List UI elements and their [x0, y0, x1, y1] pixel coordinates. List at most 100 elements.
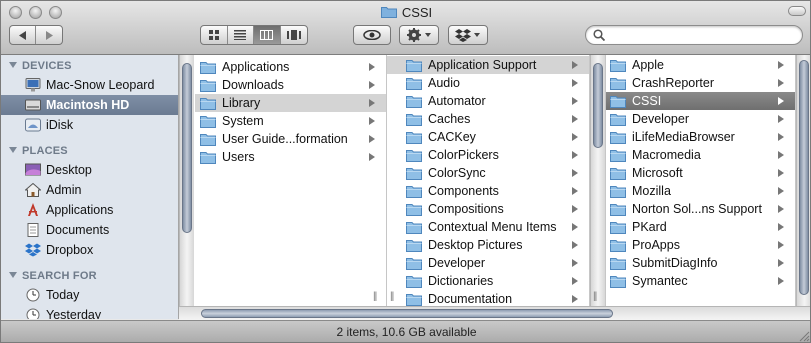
browser-column-2: || Application Support Audio Automator Cach… [387, 55, 590, 306]
toolbar-toggle-button[interactable] [788, 6, 806, 16]
disclosure-arrow-icon [778, 97, 784, 105]
column-resize-handle[interactable]: || [373, 291, 377, 302]
sidebar-item-admin[interactable]: Admin [1, 180, 178, 200]
column-2-item[interactable]: Developer [387, 254, 589, 272]
folder-icon [406, 149, 422, 162]
folder-icon [406, 293, 422, 306]
folder-icon [610, 131, 626, 144]
disclosure-arrow-icon [572, 115, 578, 123]
folder-icon [610, 59, 626, 72]
coverflow-view-button[interactable] [281, 26, 307, 44]
icon-view-button[interactable] [201, 26, 228, 44]
folder-icon [406, 239, 422, 252]
column-resize-handle[interactable]: || [593, 291, 597, 302]
disclosure-arrow-icon [572, 79, 578, 87]
sidebar-item-documents[interactable]: Documents [1, 220, 178, 240]
column-3-item[interactable]: iLifeMediaBrowser [606, 128, 795, 146]
desktop-icon [25, 163, 41, 176]
devices-header[interactable]: DEVICES [9, 60, 72, 72]
sidebar-item-idisk[interactable]: iDisk [1, 115, 178, 135]
folder-icon [200, 79, 216, 92]
list-view-icon [234, 30, 247, 40]
column-1-item[interactable]: Library [195, 94, 386, 112]
column-2-item[interactable]: Documentation [387, 290, 589, 306]
column-1-item[interactable]: Users [195, 148, 386, 166]
column-view-button[interactable] [254, 26, 281, 44]
column-3-item[interactable]: CSSI [606, 92, 795, 110]
column-1-item[interactable]: Downloads [195, 76, 386, 94]
disclosure-arrow-icon [572, 223, 578, 231]
column-2-item[interactable]: Application Support [387, 56, 589, 74]
item-label: ColorSync [428, 166, 486, 180]
disclosure-arrow-icon [778, 115, 784, 123]
column-1-scrollbar[interactable] [179, 55, 194, 306]
dropbox-menu-button[interactable] [448, 25, 488, 45]
action-menu-button[interactable] [399, 25, 439, 45]
column-3-item[interactable]: Apple [606, 56, 795, 74]
sidebar-item-yesterday[interactable]: Yesterday [1, 305, 178, 319]
column-2-item[interactable]: ColorSync [387, 164, 589, 182]
item-label: Downloads [222, 78, 284, 92]
folder-icon [200, 151, 216, 164]
column-2-item[interactable]: Audio [387, 74, 589, 92]
disclosure-arrow-icon [572, 133, 578, 141]
column-3-item[interactable]: Developer [606, 110, 795, 128]
column-3-item[interactable]: ProApps [606, 236, 795, 254]
column-3-item[interactable]: CrashReporter [606, 74, 795, 92]
sidebar-item-applications[interactable]: Applications [1, 200, 178, 220]
sidebar: DEVICES Mac-Snow Leopard Macintosh HD iD… [1, 55, 179, 319]
sidebar-item-today[interactable]: Today [1, 285, 178, 305]
view-mode-control [200, 25, 308, 45]
places-header[interactable]: PLACES [9, 145, 68, 157]
column-2-item[interactable]: Contextual Menu Items [387, 218, 589, 236]
idisk-icon [25, 118, 41, 132]
column-2-item[interactable]: Desktop Pictures [387, 236, 589, 254]
column-2-item[interactable]: CACKey [387, 128, 589, 146]
folder-icon [406, 95, 422, 108]
column-1-item[interactable]: User Guide...formation [195, 130, 386, 148]
scrollbar-thumb[interactable] [182, 63, 192, 233]
column-1-item[interactable]: System [195, 112, 386, 130]
quick-look-button[interactable] [353, 25, 391, 45]
column-2-item[interactable]: ColorPickers [387, 146, 589, 164]
search-field[interactable] [585, 25, 803, 45]
column-2-item[interactable]: Automator [387, 92, 589, 110]
item-label: ProApps [632, 238, 680, 252]
disclosure-arrow-icon [778, 169, 784, 177]
search-for-header[interactable]: SEARCH FOR [9, 270, 97, 282]
column-2-item[interactable]: Components [387, 182, 589, 200]
sidebar-item-dropbox[interactable]: Dropbox [1, 240, 178, 260]
folder-icon [406, 221, 422, 234]
scrollbar-thumb[interactable] [799, 60, 809, 295]
column-2-scrollbar[interactable]: || [590, 55, 606, 306]
item-label: Microsoft [632, 166, 683, 180]
resize-grip-icon[interactable] [798, 330, 810, 342]
folder-icon [200, 97, 216, 110]
list-view-button[interactable] [228, 26, 255, 44]
column-2-item[interactable]: Compositions [387, 200, 589, 218]
sidebar-item-desktop[interactable]: Desktop [1, 160, 178, 180]
column-3-item[interactable]: PKard [606, 218, 795, 236]
column-2-item[interactable]: Caches [387, 110, 589, 128]
horizontal-scrollbar-thumb[interactable] [201, 309, 613, 318]
column-3-item[interactable]: Macromedia [606, 146, 795, 164]
horizontal-scrollbar[interactable] [179, 306, 810, 320]
forward-button[interactable] [36, 26, 62, 44]
sidebar-item-macintosh-hd[interactable]: Macintosh HD [1, 95, 178, 115]
folder-icon [610, 185, 626, 198]
finder-window: CSSI DEVICES Mac-Snow Leopard Macintosh … [0, 0, 811, 343]
column-3-item[interactable]: Norton Sol...ns Support [606, 200, 795, 218]
column-2-item[interactable]: Dictionaries [387, 272, 589, 290]
back-button[interactable] [10, 26, 36, 44]
column-3-item[interactable]: Symantec [606, 272, 795, 290]
column-3-item[interactable]: SubmitDiagInfo [606, 254, 795, 272]
column-3-item[interactable]: Microsoft [606, 164, 795, 182]
sidebar-item-mac-snow-leopard[interactable]: Mac-Snow Leopard [1, 75, 178, 95]
column-3-item[interactable]: Mozilla [606, 182, 795, 200]
column-1-item[interactable]: Applications [195, 58, 386, 76]
disclosure-arrow-icon [572, 277, 578, 285]
disclosure-arrow-icon [778, 277, 784, 285]
folder-icon [406, 77, 422, 90]
scrollbar-thumb[interactable] [593, 63, 603, 148]
column-3-scrollbar[interactable] [796, 55, 810, 306]
